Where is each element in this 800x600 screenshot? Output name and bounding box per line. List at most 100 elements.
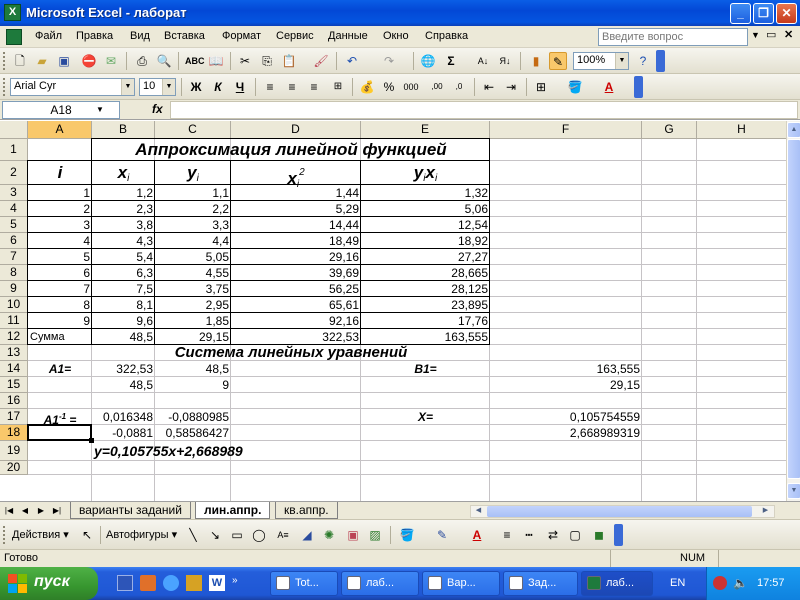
chevron-down-icon[interactable]: ▼ xyxy=(751,30,760,40)
italic-button[interactable]: К xyxy=(209,78,227,96)
scroll-right-icon[interactable]: ▶ xyxy=(759,506,772,517)
row-header-9[interactable]: 9 xyxy=(0,281,28,297)
zoom-select[interactable]: 100% ▼ xyxy=(573,52,629,70)
redo-icon[interactable]: ↷ xyxy=(380,52,398,70)
diagram-icon[interactable]: ✺ xyxy=(320,526,338,544)
column-header-a[interactable]: A xyxy=(28,121,92,139)
cell-i[interactable]: 7 xyxy=(28,281,92,297)
cell-x[interactable]: 9,6 xyxy=(92,313,155,329)
fill-color-icon[interactable]: 🪣 xyxy=(566,78,584,96)
cell-x-squared[interactable]: 92,16 xyxy=(231,313,361,329)
row-header-19[interactable]: 19 xyxy=(0,441,28,461)
toolbar-grip[interactable] xyxy=(3,52,6,70)
menu-tools[interactable]: Сервис xyxy=(276,30,314,42)
a1-cell[interactable]: 48,5 xyxy=(155,361,231,377)
quick-launch-icon[interactable] xyxy=(140,575,156,591)
scroll-down-icon[interactable]: ▼ xyxy=(787,483,800,499)
cell-yx[interactable]: 1,32 xyxy=(361,185,490,201)
cell-y[interactable]: 1,85 xyxy=(155,313,231,329)
cell-x-squared[interactable]: 1,44 xyxy=(231,185,361,201)
cell-x-squared[interactable]: 56,25 xyxy=(231,281,361,297)
row-header-1[interactable]: 1 xyxy=(0,139,28,161)
a1-inverse-cell[interactable]: 0,016348 xyxy=(92,409,155,425)
chevron-down-icon[interactable]: ▼ xyxy=(96,105,104,114)
decrease-decimal-icon[interactable]: ,0 xyxy=(450,78,468,96)
taskbar-button-3[interactable]: Вар... xyxy=(422,571,500,596)
autosum-icon[interactable]: Σ xyxy=(442,52,460,70)
align-left-icon[interactable]: ≡ xyxy=(261,78,279,96)
cell-i[interactable]: 4 xyxy=(28,233,92,249)
fill-handle[interactable] xyxy=(89,438,94,443)
column-header-c[interactable]: C xyxy=(155,121,231,139)
cell-x[interactable]: 5,4 xyxy=(92,249,155,265)
fill-color-icon[interactable]: 🪣 xyxy=(398,526,416,544)
menu-window[interactable]: Окно xyxy=(383,30,409,42)
sort-ascending-icon[interactable]: А↓ xyxy=(474,52,492,70)
menu-data[interactable]: Данные xyxy=(328,30,368,42)
b1-label[interactable]: B1= xyxy=(361,361,490,377)
a1-inverse-cell[interactable]: -0,0880985 xyxy=(155,409,231,425)
a1-inverse-cell[interactable]: -0,0881 xyxy=(92,425,155,441)
cell-y[interactable]: 5,05 xyxy=(155,249,231,265)
scroll-thumb[interactable] xyxy=(787,139,800,479)
cell-y[interactable]: 2,95 xyxy=(155,297,231,313)
taskbar-button-4[interactable]: Зад... xyxy=(503,571,578,596)
font-size-select[interactable]: 10 ▼ xyxy=(139,78,176,96)
oval-icon[interactable]: ◯ xyxy=(250,526,268,544)
horizontal-scrollbar[interactable]: ◀ ▶ xyxy=(470,505,775,518)
row-header-13[interactable]: 13 xyxy=(0,345,28,361)
cell-y[interactable]: 3,75 xyxy=(155,281,231,297)
decrease-indent-icon[interactable]: ⇤ xyxy=(480,78,498,96)
line-style-icon[interactable]: ≡ xyxy=(498,526,516,544)
cell-x-squared[interactable]: 65,61 xyxy=(231,297,361,313)
taskbar-button-5[interactable]: лаб... xyxy=(581,571,653,596)
chevron-down-icon[interactable]: ▼ xyxy=(162,79,175,95)
a1-inverse-cell[interactable]: 0,58586427 xyxy=(155,425,231,441)
taskbar-button-1[interactable]: Tot... xyxy=(270,571,338,596)
line-color-icon[interactable]: ✎ xyxy=(433,526,451,544)
x-label[interactable]: X= xyxy=(361,409,490,425)
cell-i[interactable]: 1 xyxy=(28,185,92,201)
row-header-4[interactable]: 4 xyxy=(0,201,28,217)
cell-x-squared[interactable]: 29,16 xyxy=(231,249,361,265)
row-header-5[interactable]: 5 xyxy=(0,217,28,233)
menu-help[interactable]: Справка xyxy=(425,30,468,42)
column-header-b[interactable]: B xyxy=(92,121,155,139)
clip-art-icon[interactable]: ▣ xyxy=(344,526,362,544)
cell-y[interactable]: 3,3 xyxy=(155,217,231,233)
minimize-button[interactable]: _ xyxy=(730,3,751,24)
cell-y[interactable]: 4,4 xyxy=(155,233,231,249)
row-header-8[interactable]: 8 xyxy=(0,265,28,281)
cell-yx[interactable]: 27,27 xyxy=(361,249,490,265)
print-preview-icon[interactable]: 🔍 xyxy=(155,52,173,70)
sum-x[interactable]: 48,5 xyxy=(92,329,155,345)
last-sheet-icon[interactable]: ▶| xyxy=(51,504,63,518)
word-icon[interactable]: W xyxy=(209,575,225,591)
cell-x-squared[interactable]: 18,49 xyxy=(231,233,361,249)
cell-x[interactable]: 2,3 xyxy=(92,201,155,217)
spelling-icon[interactable]: ABC xyxy=(185,52,205,70)
help-question-input[interactable]: Введите вопрос xyxy=(598,28,748,46)
a1-inverse-label[interactable]: A1-1 = xyxy=(28,409,92,427)
research-icon[interactable]: 📖 xyxy=(207,52,225,70)
x-result-cell[interactable]: 2,668989319 xyxy=(490,425,642,441)
regression-equation[interactable]: y=0,105755x+2,668989 xyxy=(92,441,361,461)
a1-cell[interactable]: 322,53 xyxy=(92,361,155,377)
cell-y[interactable]: 4,55 xyxy=(155,265,231,281)
next-sheet-icon[interactable]: ▶ xyxy=(35,504,47,518)
sheet-title[interactable]: Аппроксимация линейной функцией xyxy=(92,139,490,161)
scroll-thumb[interactable] xyxy=(487,506,752,517)
sum-y[interactable]: 29,15 xyxy=(155,329,231,345)
taskbar-button-2[interactable]: лаб... xyxy=(341,571,419,596)
borders-icon[interactable]: ⊞ xyxy=(532,78,550,96)
align-center-icon[interactable]: ≡ xyxy=(283,78,301,96)
print-icon[interactable]: ⎙ xyxy=(133,52,151,70)
bold-button[interactable]: Ж xyxy=(187,78,205,96)
row-header-6[interactable]: 6 xyxy=(0,233,28,249)
wordart-icon[interactable]: ◢ xyxy=(298,526,316,544)
cell-yx[interactable]: 12,54 xyxy=(361,217,490,233)
row-header-2[interactable]: 2 xyxy=(0,161,28,185)
cell-yx[interactable]: 5,06 xyxy=(361,201,490,217)
increase-decimal-icon[interactable]: ,00 xyxy=(428,78,446,96)
start-button[interactable]: пуск xyxy=(0,567,98,600)
